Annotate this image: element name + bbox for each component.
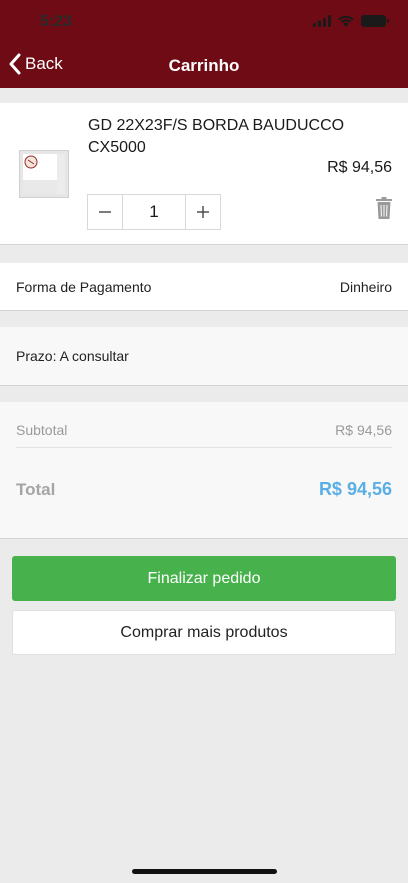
order-summary: Subtotal R$ 94,56 Total R$ 94,56 [0, 402, 408, 539]
signal-icon [313, 15, 331, 27]
product-name: GD 22X23F/S BORDA BAUDUCCO CX5000 [88, 117, 345, 156]
total-label: Total [16, 479, 56, 499]
payment-label: Forma de Pagamento [16, 278, 152, 295]
subtotal-label: Subtotal [16, 422, 68, 438]
minus-icon [99, 211, 111, 213]
app-header: 5:23 Back Carrinho [0, 0, 408, 88]
quantity-value[interactable]: 1 [122, 195, 186, 229]
battery-icon [361, 15, 389, 27]
finalize-order-button[interactable]: Finalizar pedido [12, 556, 396, 601]
decrease-quantity-button[interactable] [88, 195, 122, 229]
subtotal-value: R$ 94,56 [335, 422, 392, 438]
total-row: Total R$ 94,56 [16, 479, 392, 500]
payment-value: Dinheiro [339, 278, 392, 295]
continue-shopping-button[interactable]: Comprar mais produtos [12, 610, 396, 655]
nav-bar: Back Carrinho [0, 44, 408, 88]
payment-term-row: Prazo: A consultar [0, 327, 408, 386]
product-price: R$ 94,56 [327, 159, 392, 176]
status-bar: 5:23 [0, 0, 408, 44]
remove-item-button[interactable] [376, 197, 392, 224]
trash-icon [376, 197, 392, 219]
payment-term: Prazo: A consultar [16, 348, 129, 364]
product-thumbnail[interactable] [19, 150, 69, 198]
increase-quantity-button[interactable] [186, 195, 220, 229]
total-value: R$ 94,56 [318, 479, 392, 499]
plus-icon [197, 206, 209, 218]
payment-method-row[interactable]: Forma de Pagamento Dinheiro [0, 263, 408, 311]
status-icons [313, 15, 389, 27]
page-title: Carrinho [168, 56, 240, 75]
wifi-icon [338, 15, 354, 27]
quantity-stepper: 1 [87, 194, 221, 230]
home-indicator [132, 869, 277, 874]
subtotal-row: Subtotal R$ 94,56 [16, 422, 392, 448]
status-time: 5:23 [40, 13, 73, 30]
